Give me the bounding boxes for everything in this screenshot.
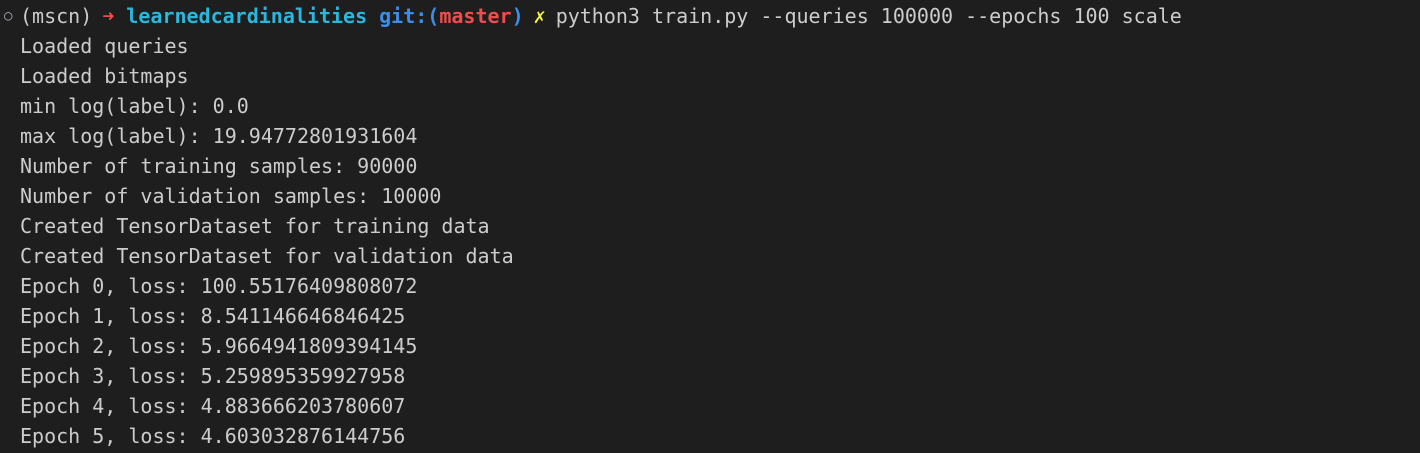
current-directory: learnedcardinalities [126,4,368,28]
output-line: Loaded bitmaps [20,64,189,88]
output-line: Epoch 5, loss: 4.603032876144756 [20,424,406,448]
output-line: Number of training samples: 90000 [20,154,418,178]
output-line: Epoch 2, loss: 5.9664941809394145 [20,334,418,358]
terminal-window[interactable]: ○ (mscn) ➜ learnedcardinalities git:(master)… [0,0,1420,453]
output-line: min log(label): 0.0 [20,94,249,118]
status-circle-icon: ○ [4,8,13,24]
prompt-line: ○ (mscn) ➜ learnedcardinalities git:(master)… [4,1,1420,31]
output-line: Epoch 1, loss: 8.541146646846425 [20,304,406,328]
git-label-open: git:( [379,4,440,28]
output-line: Number of validation samples: 10000 [20,184,442,208]
git-branch: master [439,4,512,28]
arrow-icon: ➜ [102,4,115,28]
git-label: git:(master) [379,1,524,31]
git-label-close: ) [511,4,524,28]
output-block: Loaded queries Loaded bitmaps min log(la… [4,31,1420,451]
output-line: Loaded queries [20,34,189,58]
output-line: Epoch 4, loss: 4.883666203780607 [20,394,406,418]
output-line: Created TensorDataset for validation dat… [20,244,514,268]
output-line: Epoch 3, loss: 5.259895359927958 [20,364,406,388]
command-text: python3 train.py --queries 100000 --epoc… [555,4,1182,28]
output-line: Created TensorDataset for training data [20,214,490,238]
dirty-marker-icon: ✗ [533,4,546,28]
output-line: Epoch 0, loss: 100.55176409808072 [20,274,418,298]
output-line: max log(label): 19.94772801931604 [20,124,418,148]
venv-name: (mscn) [20,4,93,28]
